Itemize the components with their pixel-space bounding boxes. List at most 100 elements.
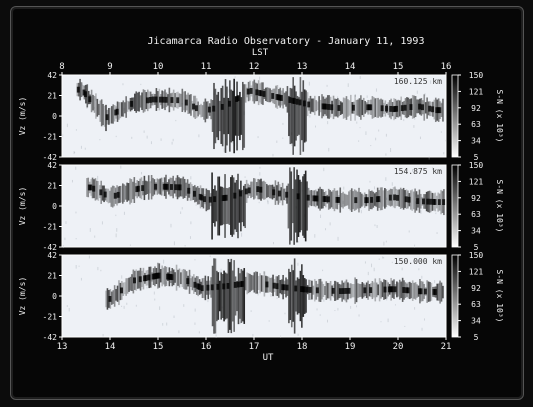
chart-title: Jicamarca Radio Observatory - January 11… — [148, 36, 425, 47]
noise-speck — [71, 179, 73, 183]
noise-speck — [436, 232, 438, 234]
echo-streak — [243, 84, 246, 148]
echo-streak — [231, 90, 234, 142]
echo-streak — [253, 79, 256, 104]
echo-streak — [97, 180, 100, 201]
echo-streak — [365, 282, 368, 299]
noise-speck — [378, 258, 380, 260]
echo-streak — [328, 282, 330, 299]
echo-streak — [168, 87, 171, 113]
echo-streak — [175, 264, 178, 291]
bottom-axis-label: UT — [263, 353, 274, 363]
echo-streak — [263, 271, 266, 297]
echo-streak — [143, 175, 146, 201]
echo-streak — [213, 258, 215, 334]
echo-streak — [122, 183, 124, 204]
echo-streak — [106, 188, 108, 202]
echo-streak — [440, 282, 443, 302]
echo-streak — [182, 268, 185, 289]
echo-streak — [397, 99, 400, 118]
echo-streak — [311, 98, 313, 112]
echo-streak — [121, 102, 123, 117]
echo-streak — [226, 273, 228, 319]
noise-speck — [129, 244, 131, 246]
echo-streak — [375, 282, 378, 298]
echo-streak — [295, 280, 297, 312]
echo-streak — [86, 178, 88, 197]
echo-streak — [250, 274, 253, 291]
noise-speck — [276, 140, 278, 143]
noise-speck — [75, 211, 77, 214]
echo-streak — [357, 283, 359, 298]
noise-speck — [414, 307, 416, 310]
noise-speck — [160, 138, 162, 141]
echo-streak — [253, 178, 255, 200]
y-tick-label: -21 — [43, 313, 58, 322]
echo-streak — [348, 100, 351, 116]
echo-streak — [92, 94, 94, 111]
echo-streak — [293, 167, 295, 245]
echo-streak — [237, 173, 239, 239]
noise-speck — [78, 265, 80, 267]
colorbar-tick-label: 121 — [469, 177, 484, 186]
echo-streak — [279, 279, 282, 294]
echo-streak — [315, 100, 318, 112]
echo-streak — [320, 188, 323, 209]
noise-speck — [181, 207, 183, 210]
noise-speck — [369, 180, 371, 183]
noise-speck — [421, 327, 423, 331]
echo-streak — [362, 97, 365, 117]
echo-streak — [303, 174, 306, 238]
echo-streak — [164, 266, 166, 287]
echo-streak — [251, 181, 254, 198]
noise-speck — [241, 232, 243, 237]
echo-streak — [269, 88, 271, 103]
colorbar — [451, 74, 459, 158]
noise-speck — [435, 212, 437, 215]
echo-streak — [221, 85, 224, 147]
echo-streak — [180, 272, 182, 285]
echo-streak — [129, 178, 131, 205]
echo-streak — [103, 105, 106, 127]
echo-streak — [440, 103, 443, 118]
echo-streak — [373, 282, 375, 298]
echo-streak — [267, 185, 270, 198]
echo-streak — [158, 179, 160, 194]
noise-speck — [198, 331, 200, 334]
noise-speck — [259, 166, 261, 169]
noise-speck — [401, 267, 403, 271]
echo-streak — [306, 181, 308, 231]
echo-streak — [301, 264, 303, 328]
y-tick-label: 42 — [47, 161, 57, 170]
noise-speck — [319, 314, 321, 316]
noise-speck — [419, 136, 421, 140]
echo-streak — [181, 178, 183, 197]
echo-streak — [372, 191, 375, 208]
echo-streak — [174, 272, 176, 283]
echo-streak — [303, 89, 306, 143]
noise-speck — [180, 211, 182, 214]
echo-streak — [127, 183, 130, 201]
echo-streak — [115, 289, 117, 301]
noise-speck — [316, 308, 318, 311]
echo-streak — [124, 185, 127, 200]
noise-speck — [84, 147, 86, 150]
echo-streak — [249, 273, 251, 293]
y-tick-label: -21 — [43, 133, 58, 142]
echo-streak — [355, 279, 358, 303]
colorbar-label: S-N (x 10³) — [495, 180, 504, 233]
noise-speck — [360, 210, 362, 214]
colorbar — [451, 164, 459, 248]
noise-speck — [359, 127, 361, 129]
noise-speck — [297, 333, 299, 336]
noise-speck — [115, 214, 117, 217]
echo-streak — [95, 93, 97, 119]
echo-streak — [229, 80, 231, 152]
noise-speck — [440, 131, 442, 133]
echo-streak — [361, 99, 364, 116]
echo-streak — [426, 97, 428, 119]
echo-streak — [90, 89, 93, 113]
noise-speck — [163, 259, 165, 264]
echo-streak — [382, 190, 385, 207]
echo-streak — [289, 167, 291, 245]
